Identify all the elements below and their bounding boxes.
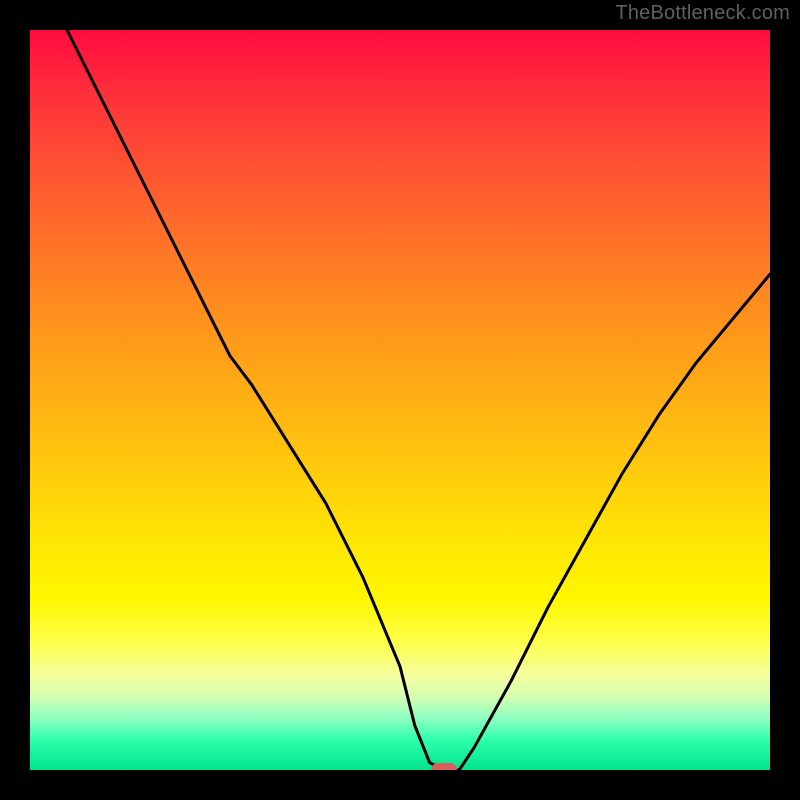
watermark-text: TheBottleneck.com bbox=[615, 2, 790, 25]
plot-area bbox=[30, 30, 770, 770]
optimal-marker bbox=[431, 763, 457, 770]
bottleneck-curve bbox=[30, 30, 770, 770]
chart-frame: TheBottleneck.com bbox=[0, 0, 800, 800]
